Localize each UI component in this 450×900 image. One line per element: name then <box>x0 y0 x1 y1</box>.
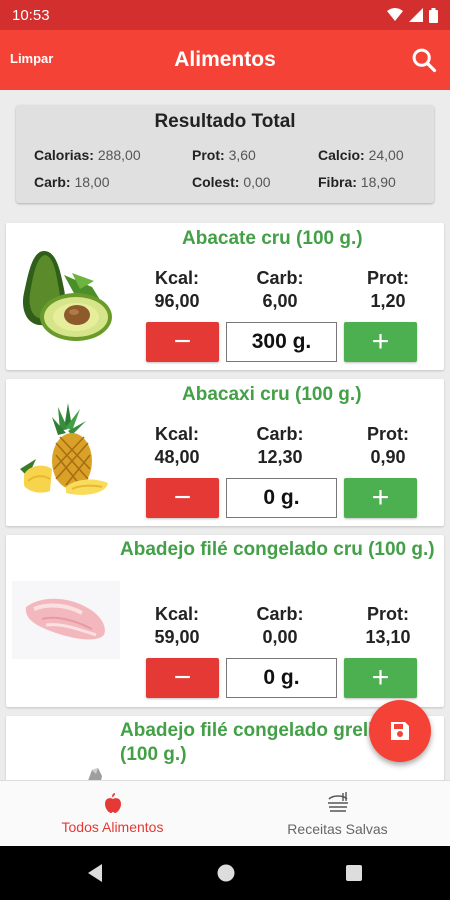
save-icon <box>391 722 409 740</box>
quantity-field[interactable]: 300 g. <box>226 322 337 362</box>
battery-icon <box>429 7 438 23</box>
carb-value: 6,00 <box>262 291 298 311</box>
nav-label: Receitas Salvas <box>287 821 388 837</box>
summary-calories: Calorias: 288,00 <box>34 147 141 163</box>
prot-label: Prot: <box>367 604 409 624</box>
carb-label: Carb: <box>256 268 304 288</box>
quantity-field[interactable]: 0 g. <box>226 478 337 518</box>
carb-value: 12,30 <box>257 447 303 467</box>
food-name: Abacate cru (100 g.) <box>182 228 363 249</box>
summary-label: Calorias: <box>34 147 94 163</box>
kcal-value: 96,00 <box>154 291 200 311</box>
summary-title: Resultado Total <box>154 111 296 132</box>
bottom-navigation: Todos Alimentos Receitas Salvas <box>0 780 450 846</box>
home-icon[interactable] <box>216 863 236 883</box>
summary-label: Calcio: <box>318 147 365 163</box>
food-card: Abacate cru (100 g.) Kcal: 96,00 Carb: 6… <box>6 223 444 370</box>
food-name: Abadejo filé congelado cru (100 g.) <box>120 539 435 560</box>
kcal-label: Kcal: <box>154 268 199 288</box>
fish-fillet-image <box>12 581 120 659</box>
summary-value: 24,00 <box>368 147 404 163</box>
summary-label: Prot: <box>192 147 225 163</box>
quantity-field[interactable]: 0 g. <box>226 658 337 698</box>
kcal-value: 59,00 <box>154 627 200 647</box>
summary-value: 18,90 <box>360 174 396 190</box>
system-navigation-bar <box>0 846 450 900</box>
summary-label: Colest: <box>192 174 240 190</box>
carb-label: Carb: <box>256 424 304 444</box>
summary-fiber: Fibra: 18,90 <box>318 174 396 190</box>
wifi-icon <box>387 8 403 21</box>
total-summary-card: Resultado Total Calorias: 288,00 Prot: 3… <box>16 105 434 203</box>
increase-button[interactable]: + <box>344 322 417 362</box>
prot-value: 13,10 <box>365 627 411 647</box>
prot-value: 0,90 <box>370 447 406 467</box>
avocado-image <box>22 251 112 341</box>
summary-label: Carb: <box>34 174 71 190</box>
increase-button[interactable]: + <box>344 658 417 698</box>
signal-icon <box>409 8 423 22</box>
prot-label: Prot: <box>367 268 409 288</box>
food-card: Abadejo filé congelado cru (100 g.) Kcal… <box>6 535 444 707</box>
decrease-button[interactable]: − <box>146 322 219 362</box>
food-name: Abacaxi cru (100 g.) <box>182 384 362 405</box>
summary-value: 3,60 <box>228 147 256 163</box>
summary-value: 0,00 <box>243 174 271 190</box>
prot-label: Prot: <box>367 424 409 444</box>
prot-value: 1,20 <box>370 291 406 311</box>
summary-protein: Prot: 3,60 <box>192 147 256 163</box>
kcal-label: Kcal: <box>154 424 199 444</box>
search-icon[interactable] <box>410 46 438 74</box>
save-button[interactable] <box>369 700 431 762</box>
nav-receitas-salvas[interactable]: Receitas Salvas <box>225 781 450 847</box>
recents-icon[interactable] <box>345 864 363 882</box>
kcal-label: Kcal: <box>154 604 199 624</box>
app-bar: Limpar Alimentos <box>0 30 450 90</box>
summary-cholesterol: Colest: 0,00 <box>192 174 271 190</box>
status-icons <box>387 7 438 23</box>
nav-todos-alimentos[interactable]: Todos Alimentos <box>0 781 225 847</box>
recipes-icon <box>327 792 348 812</box>
summary-carbs: Carb: 18,00 <box>34 174 110 190</box>
status-time: 10:53 <box>12 6 50 24</box>
increase-button[interactable]: + <box>344 478 417 518</box>
decrease-button[interactable]: − <box>146 658 219 698</box>
page-title: Alimentos <box>174 48 276 71</box>
decrease-button[interactable]: − <box>146 478 219 518</box>
nav-label: Todos Alimentos <box>61 819 164 835</box>
food-card: Abacaxi cru (100 g.) Kcal: 48,00 Carb: 1… <box>6 379 444 526</box>
summary-value: 18,00 <box>74 174 110 190</box>
apple-icon <box>104 793 121 813</box>
summary-value: 288,00 <box>97 147 141 163</box>
status-bar: 10:53 <box>0 0 450 30</box>
summary-label: Fibra: <box>318 174 357 190</box>
back-icon[interactable] <box>86 863 104 883</box>
pineapple-image <box>20 403 108 495</box>
carb-label: Carb: <box>256 604 304 624</box>
kcal-value: 48,00 <box>154 447 200 467</box>
carb-value: 0,00 <box>262 627 298 647</box>
summary-calcium: Calcio: 24,00 <box>318 147 404 163</box>
